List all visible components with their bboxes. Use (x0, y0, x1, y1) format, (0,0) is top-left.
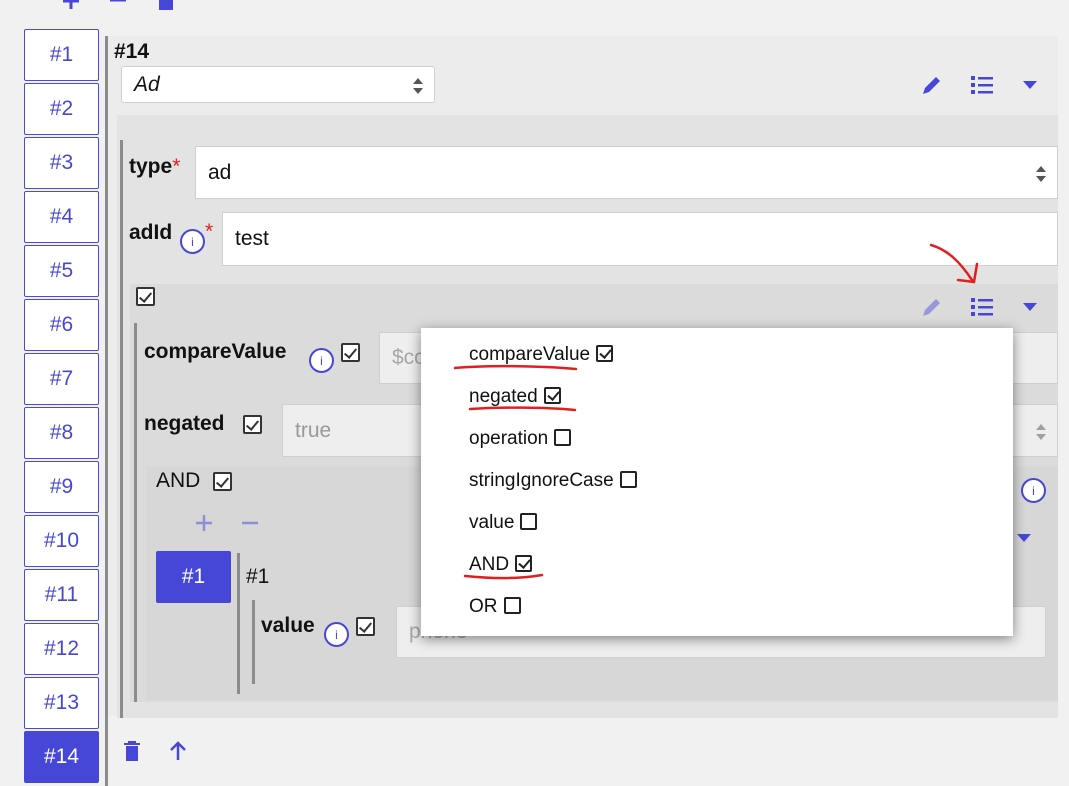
annotation-overlay (453, 243, 979, 580)
